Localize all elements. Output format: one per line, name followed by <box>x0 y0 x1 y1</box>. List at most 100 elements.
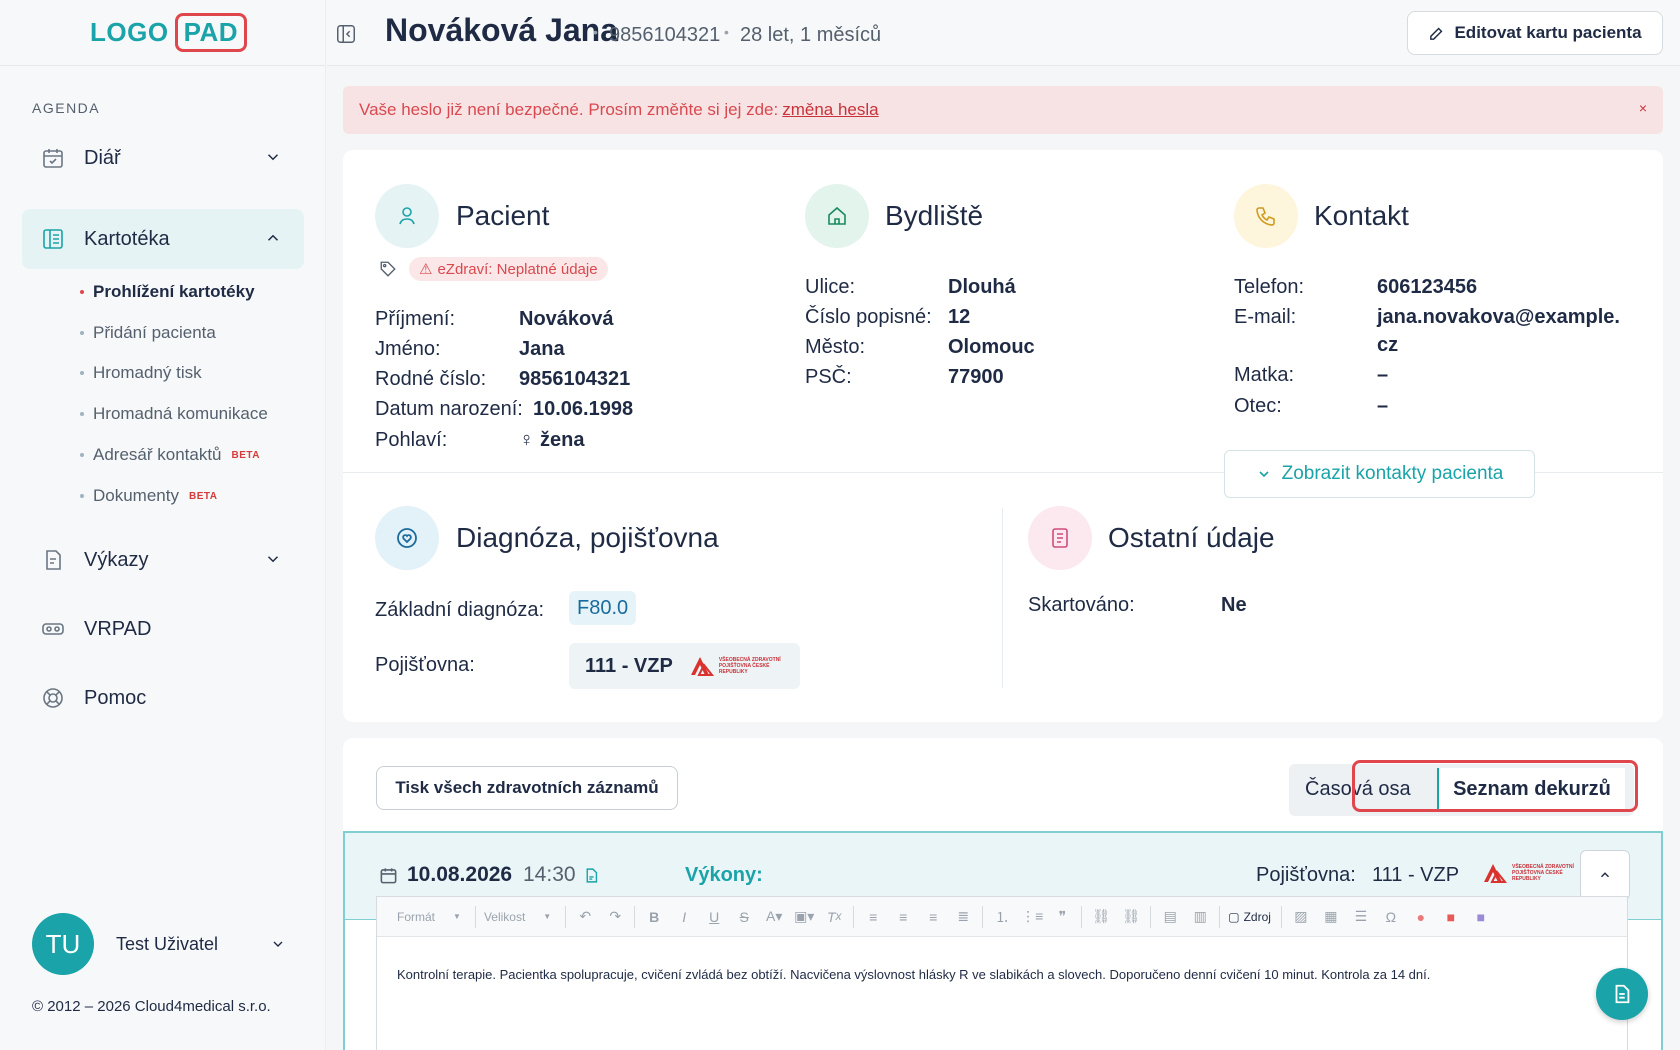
sidebar-subitem-adresar[interactable]: Adresář kontaktů BETA <box>80 445 260 465</box>
table-icon[interactable]: ▦ <box>1320 906 1342 928</box>
source-button[interactable]: ▢ Zdroj <box>1228 910 1271 924</box>
floating-document-button[interactable] <box>1596 968 1648 1020</box>
align-center-icon[interactable]: ≡ <box>892 906 914 928</box>
show-contacts-label: Zobrazit kontakty pacienta <box>1281 463 1504 484</box>
beta-badge: BETA <box>231 449 260 461</box>
italic-icon[interactable]: I <box>673 906 695 928</box>
field-label: Ulice: <box>805 276 856 298</box>
size-select-label: Velikost <box>483 909 526 924</box>
chevron-up-icon <box>1601 872 1609 878</box>
sidebar-collapse-icon[interactable] <box>335 23 357 45</box>
field-value-surname: Nováková <box>519 308 614 330</box>
dropdown-arrow-icon: ▼ <box>543 912 552 921</box>
justify-icon[interactable]: ≣ <box>952 906 974 928</box>
sub-item-label: Adresář kontaktů <box>93 445 222 464</box>
sidebar-item-pomoc[interactable]: Pomoc <box>22 668 304 728</box>
format-select[interactable]: Formát ▼ <box>397 910 461 924</box>
sidebar-subitem-pridani[interactable]: Přidání pacienta <box>80 323 216 343</box>
unlink-icon[interactable]: ⛓ <box>1120 906 1142 928</box>
quote-icon[interactable]: ❞ <box>1051 906 1073 928</box>
field-value-street: Dlouhá <box>948 276 1016 298</box>
editor-content[interactable]: Kontrolní terapie. Pacientka spolupracuj… <box>397 967 1430 982</box>
field-label: PSČ: <box>805 366 852 388</box>
field-value-city: Olomouc <box>948 336 1035 358</box>
page-title: Nováková Jana <box>385 12 619 48</box>
image-icon[interactable]: ▨ <box>1290 906 1312 928</box>
align-right-icon[interactable]: ≡ <box>922 906 944 928</box>
plugin-image-icon[interactable]: ■ <box>1470 906 1492 928</box>
insurance-badge: 111 - VZP VŠEOBECNÁ ZDRAVOTNÍ POJIŠŤOVNA… <box>569 643 800 689</box>
bullet-dot <box>80 412 84 416</box>
ezdravi-badge: ⚠ eZdraví: Neplatné údaje <box>409 257 608 281</box>
bold-icon[interactable]: B <box>643 906 665 928</box>
redo-icon[interactable]: ↷ <box>604 906 626 928</box>
field-label: Skartováno: <box>1028 594 1135 616</box>
sidebar-item-vykazy[interactable]: Výkazy <box>22 530 304 590</box>
sidebar-subitem-dokumenty[interactable]: Dokumenty BETA <box>80 486 217 506</box>
sidebar-subitem-prohlizeni[interactable]: Prohlížení kartotéky <box>80 282 255 302</box>
address-book-icon <box>40 226 66 252</box>
horizontal-line-icon[interactable]: ☰ <box>1350 906 1372 928</box>
diagnosis-code-badge[interactable]: F80.0 <box>569 591 637 625</box>
sidebar-item-diar[interactable]: Diář <box>22 128 304 188</box>
field-label: Základní diagnóza: <box>375 599 545 621</box>
bg-color-icon[interactable]: ▣▾ <box>793 906 815 928</box>
text-color-icon[interactable]: A▾ <box>763 906 785 928</box>
toolbar-separator <box>1081 905 1083 928</box>
strikethrough-icon[interactable]: S <box>733 906 755 928</box>
vzp-logo-text: VŠEOBECNÁ ZDRAVOTNÍ POJIŠŤOVNA ČESKÉ REP… <box>718 657 781 675</box>
sidebar-subitem-hromadna-komunikace[interactable]: Hromadná komunikace <box>80 404 268 424</box>
separator-dot: • <box>724 24 729 40</box>
field-value-email: jana.novakova@example. <box>1377 306 1620 328</box>
align-left-icon[interactable]: ≡ <box>862 906 884 928</box>
clear-format-icon[interactable]: Tx <box>823 906 845 928</box>
page-header: Nováková Jana • 9856104321 • 28 let, 1 m… <box>327 0 1680 66</box>
ezdravi-text: eZdraví: Neplatné údaje <box>437 260 598 278</box>
section-title-agenda: AGENDA <box>32 100 101 116</box>
close-icon[interactable]: × <box>1639 100 1647 116</box>
show-contacts-button[interactable]: Zobrazit kontakty pacienta <box>1224 450 1535 498</box>
bullet-list-icon[interactable]: ⋮≡ <box>1021 906 1043 928</box>
plugin-brain-icon[interactable]: ● <box>1410 906 1432 928</box>
divider <box>1002 508 1003 688</box>
logo-text-pad: PAD <box>174 13 248 52</box>
paste-icon[interactable]: ▤ <box>1159 906 1181 928</box>
user-menu[interactable]: TU Test Uživatel <box>32 913 286 975</box>
user-name: Test Uživatel <box>116 933 219 954</box>
vr-headset-icon <box>40 616 66 642</box>
tag-icon[interactable] <box>379 260 397 278</box>
record-date: 10.08.2026 <box>407 863 513 886</box>
record-time: 14:30 <box>523 863 576 886</box>
change-password-link[interactable]: změna hesla <box>782 100 878 120</box>
field-label: Číslo popisné: <box>805 306 932 328</box>
report-icon <box>40 547 66 573</box>
underline-icon[interactable]: U <box>703 906 725 928</box>
user-icon <box>375 184 439 248</box>
special-char-icon[interactable]: Ω <box>1380 906 1402 928</box>
field-value-zip: 77900 <box>948 366 1004 388</box>
field-label: Otec: <box>1234 395 1282 417</box>
sub-item-label: Dokumenty <box>93 486 179 505</box>
print-all-records-button[interactable]: Tisk všech zdravotních záznamů <box>376 766 678 810</box>
undo-icon[interactable]: ↶ <box>574 906 596 928</box>
plugin-file-icon[interactable]: ■ <box>1440 906 1462 928</box>
collapse-record-button[interactable] <box>1580 850 1630 900</box>
size-select[interactable]: Velikost ▼ <box>484 910 551 924</box>
alert-text: Vaše heslo již není bezpečné. Prosím změ… <box>359 100 779 119</box>
sub-item-label: Hromadný tisk <box>93 363 202 382</box>
sidebar-subitem-hromadny-tisk[interactable]: Hromadný tisk <box>80 363 202 383</box>
sidebar-item-label: Kartotéka <box>84 227 170 250</box>
paste-text-icon[interactable]: ▥ <box>1189 906 1211 928</box>
sidebar-item-kartoteka[interactable]: Kartotéka <box>22 209 304 269</box>
numbered-list-icon[interactable]: ⒈ <box>991 906 1013 928</box>
toolbar-separator <box>853 905 855 928</box>
rich-text-editor[interactable]: Formát ▼ Velikost ▼ ↶ ↷ B I U S A▾ ▣▾ Tx ≡… <box>376 896 1628 1050</box>
sidebar-item-vrpad[interactable]: VRPAD <box>22 599 304 659</box>
field-value-birth-number: 9856104321 <box>519 368 631 390</box>
file-icon[interactable] <box>583 866 600 885</box>
record-procedures-label: Výkony: <box>685 864 763 886</box>
edit-patient-button[interactable]: Editovat kartu pacienta <box>1407 11 1663 55</box>
logo[interactable]: LOGO PAD <box>90 13 248 52</box>
avatar: TU <box>32 913 94 975</box>
link-icon[interactable]: ⛓ <box>1090 906 1112 928</box>
